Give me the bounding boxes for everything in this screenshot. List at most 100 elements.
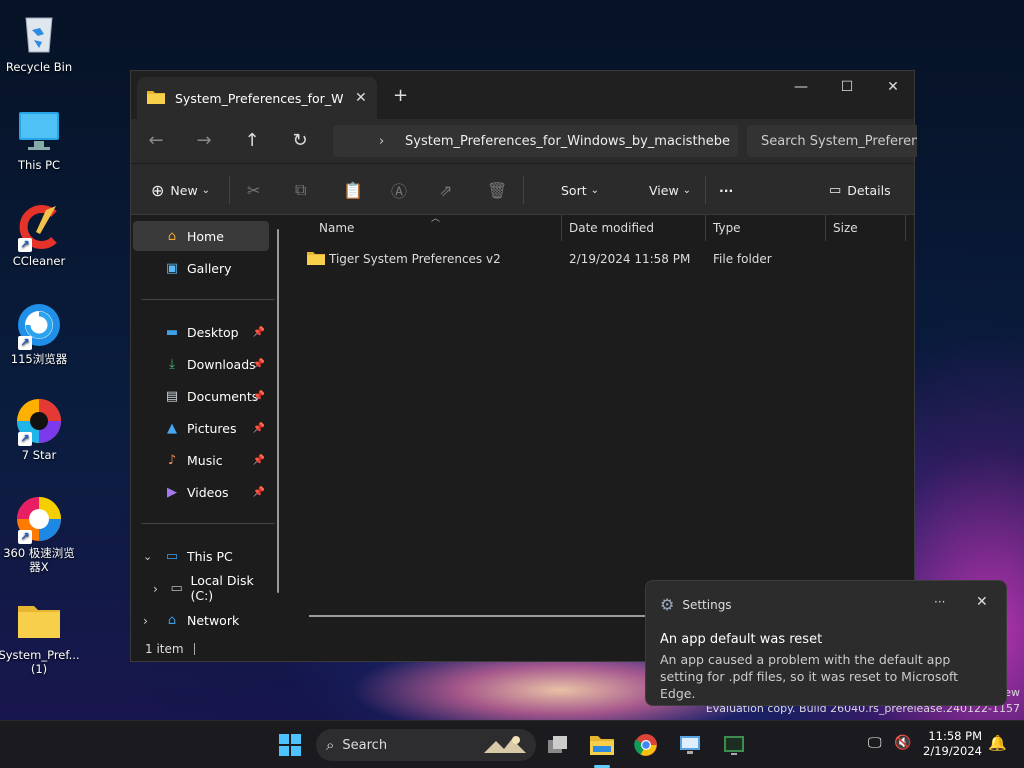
clock[interactable]: 11:58 PM 2/19/2024	[923, 729, 982, 759]
back-arrow-icon[interactable]: ←	[143, 129, 169, 153]
desktop-icon-7-star[interactable]: ↗ 7 Star	[0, 398, 78, 462]
shortcut-arrow-icon: ↗	[18, 530, 32, 544]
ccleaner-icon: ↗	[16, 204, 62, 252]
column-divider	[905, 215, 906, 241]
notification-close-icon[interactable]: ✕	[976, 594, 988, 610]
sidebar-item-label: Desktop	[187, 324, 239, 340]
pin-icon[interactable]: 📌	[253, 327, 265, 338]
network-status-icon[interactable]: 🖵	[868, 735, 882, 751]
column-divider	[705, 215, 706, 241]
sidebar-item-documents[interactable]: ▤ Documents 📌	[133, 381, 269, 411]
details-button[interactable]: ▭ Details	[829, 178, 891, 202]
sidebar-item-desktop[interactable]: ▬ Desktop 📌	[133, 317, 269, 347]
terminal-icon[interactable]	[718, 729, 750, 761]
sort-arrow-icon: ︿	[431, 214, 441, 224]
column-headers: ︿ Name Date modified Type Size	[289, 214, 915, 241]
notification-bell-icon[interactable]: 🔔	[988, 734, 1007, 752]
up-arrow-icon[interactable]: ↑	[239, 129, 265, 153]
sidebar-item-this-pc[interactable]: ⌄ ▭ This PC	[133, 541, 269, 571]
pin-icon[interactable]: 📌	[253, 359, 265, 370]
sidebar-item-pictures[interactable]: ▲ Pictures 📌	[133, 413, 269, 443]
forward-arrow-icon[interactable]: →	[191, 129, 217, 153]
new-button[interactable]: ⊕ New ⌄	[151, 178, 210, 202]
sidebar-item-label: Pictures	[187, 420, 237, 436]
new-tab-icon[interactable]: +	[393, 85, 408, 106]
desktop-icon-360-browser[interactable]: ↗ 360 极速浏览器X	[0, 496, 78, 574]
sidebar-item-music[interactable]: ♪ Music 📌	[133, 445, 269, 475]
horizontal-scrollbar[interactable]	[309, 615, 659, 617]
table-row[interactable]: Tiger System Preferences v2 2/19/2024 11…	[307, 249, 907, 271]
copy-icon[interactable]: ⧉	[295, 178, 306, 202]
chrome-icon[interactable]	[630, 729, 662, 761]
close-button[interactable]: ✕	[870, 71, 916, 103]
file-explorer-window: System_Preferences_for_Windows_by_macist…	[130, 70, 917, 662]
recycle-bin-icon	[16, 10, 62, 56]
chevron-down-icon[interactable]: ⌄	[143, 550, 163, 563]
toolbar-divider	[705, 176, 706, 204]
shortcut-arrow-icon: ↗	[18, 336, 32, 350]
volume-muted-icon[interactable]: 🔇	[894, 735, 911, 751]
view-button[interactable]: View ⌄	[649, 178, 691, 202]
sidebar-scrollbar[interactable]	[277, 229, 279, 593]
search-input[interactable]: Search System_Preferences	[747, 125, 917, 157]
column-date-modified[interactable]: Date modified	[569, 221, 654, 235]
desktop-icon-115-browser[interactable]: ↗ 115浏览器	[0, 302, 78, 366]
share-icon[interactable]: ⇗	[439, 178, 452, 202]
notification-toast[interactable]: ⚙ Settings ··· ✕ An app default was rese…	[645, 580, 1007, 706]
tab-current-folder[interactable]: System_Preferences_for_Windows_by_macist…	[137, 77, 377, 119]
pin-icon[interactable]: 📌	[253, 487, 265, 498]
chevron-right-icon[interactable]: ›	[143, 613, 163, 628]
cut-icon[interactable]: ✂	[247, 178, 260, 202]
sidebar-item-local-disk[interactable]: › ▭ Local Disk (C:)	[133, 573, 269, 603]
sidebar-divider	[141, 299, 275, 300]
desktop-icon-recycle-bin[interactable]: Recycle Bin	[0, 10, 78, 74]
sidebar-item-network[interactable]: › ⌂ Network	[133, 605, 269, 635]
download-icon: ⤓	[169, 356, 175, 372]
pin-icon[interactable]: 📌	[253, 391, 265, 402]
sidebar-item-home[interactable]: ⌂ Home	[133, 221, 269, 251]
pin-icon[interactable]: 📌	[253, 455, 265, 466]
address-field[interactable]: › System_Preferences_for_Windows_by_maci…	[333, 125, 738, 157]
notification-title: An app default was reset	[660, 632, 823, 647]
plus-circle-icon: ⊕	[151, 180, 165, 200]
shortcut-arrow-icon: ↗	[18, 238, 32, 252]
chevron-down-icon: ⌄	[682, 184, 692, 196]
new-label: New	[170, 182, 198, 198]
sidebar-item-gallery[interactable]: ▣ Gallery	[133, 253, 269, 283]
start-button[interactable]	[274, 729, 306, 761]
file-date: 2/19/2024 11:58 PM	[569, 252, 691, 266]
navigation-pane: ⌂ Home ▣ Gallery ▬ Desktop 📌 ⤓ Downloads…	[131, 215, 281, 645]
delete-icon[interactable]: 🗑	[487, 178, 507, 202]
task-view-icon[interactable]	[542, 729, 574, 761]
monitor-icon: ▭	[165, 548, 179, 564]
minimize-button[interactable]: —	[778, 71, 824, 103]
title-bar: System_Preferences_for_Windows_by_macist…	[131, 71, 914, 119]
desktop-icon-system-pref-folder[interactable]: System_Pref...(1)	[0, 598, 80, 676]
sidebar-item-downloads[interactable]: ⤓ Downloads 📌	[133, 349, 269, 379]
sidebar-item-label: Videos	[187, 484, 229, 500]
column-size[interactable]: Size	[833, 221, 858, 235]
tab-close-icon[interactable]: ✕	[355, 90, 367, 106]
clock-date: 2/19/2024	[923, 744, 982, 758]
home-icon: ⌂	[167, 228, 177, 244]
more-options-button[interactable]: ···	[719, 178, 733, 202]
desktop-icon-ccleaner[interactable]: ↗ CCleaner	[0, 204, 78, 268]
sidebar-item-videos[interactable]: ▶ Videos 📌	[133, 477, 269, 507]
sidebar-item-label: Gallery	[187, 260, 232, 276]
maximize-button[interactable]: ☐	[824, 71, 870, 103]
file-explorer-taskbar-icon[interactable]	[586, 729, 618, 761]
paste-icon[interactable]: 📋	[343, 178, 363, 202]
remote-desktop-icon[interactable]	[674, 729, 706, 761]
desktop-icon-this-pc[interactable]: This PC	[0, 108, 78, 172]
column-name[interactable]: Name	[319, 221, 354, 235]
sort-button[interactable]: Sort ⌄	[561, 178, 599, 202]
refresh-icon[interactable]: ↻	[287, 129, 313, 153]
toolbar-divider	[523, 176, 524, 204]
pin-icon[interactable]: 📌	[253, 423, 265, 434]
column-type[interactable]: Type	[713, 221, 741, 235]
search-highlight-icon	[482, 733, 528, 761]
taskbar-search[interactable]: ⌕ Search	[316, 729, 536, 761]
chevron-right-icon[interactable]: ›	[153, 581, 169, 596]
notification-more-button[interactable]: ···	[934, 595, 945, 609]
rename-icon[interactable]: Ⓐ	[391, 178, 407, 202]
